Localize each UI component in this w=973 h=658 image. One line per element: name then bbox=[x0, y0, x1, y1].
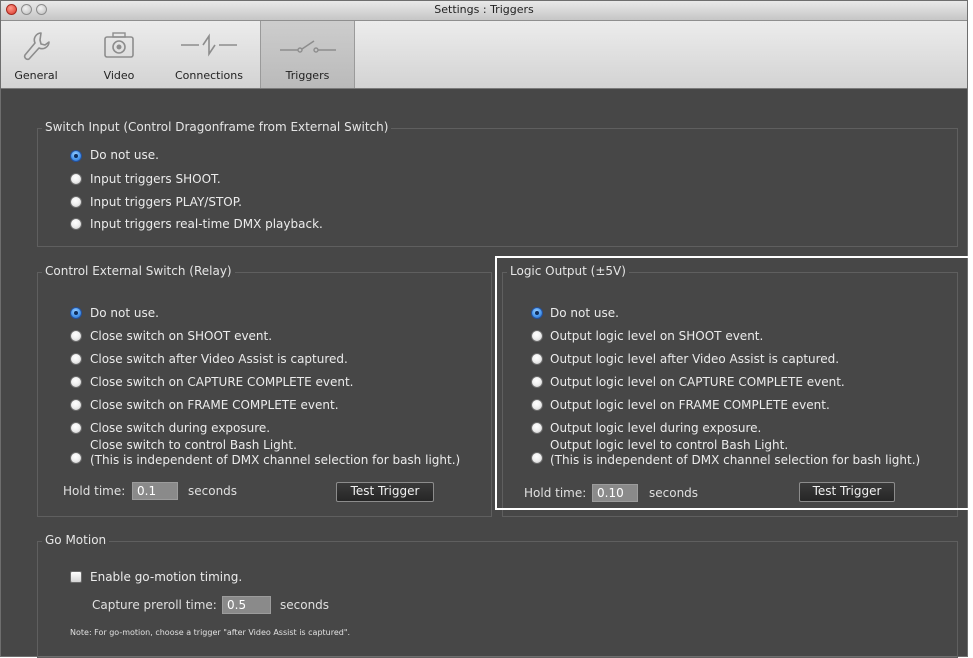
preroll-unit: seconds bbox=[280, 598, 330, 612]
relay-radio-1[interactable] bbox=[70, 330, 82, 342]
switch-input-option-1[interactable]: Input triggers SHOOT. bbox=[90, 172, 221, 187]
logic-option-1[interactable]: Output logic level on SHOOT event. bbox=[550, 329, 763, 344]
logic-test-trigger-button[interactable]: Test Trigger bbox=[799, 482, 895, 502]
switch-input-radio-1[interactable] bbox=[70, 173, 82, 185]
logic-output-legend: Logic Output (±5V) bbox=[507, 264, 629, 278]
preroll-label: Capture preroll time: bbox=[92, 598, 217, 612]
logic-radio-6[interactable] bbox=[531, 452, 543, 464]
relay-option-3[interactable]: Close switch on CAPTURE COMPLETE event. bbox=[90, 375, 353, 390]
settings-window: Settings : Triggers General Video Connec… bbox=[0, 0, 968, 658]
logic-option-6[interactable]: Output logic level to control Bash Light… bbox=[550, 438, 788, 453]
tab-triggers[interactable]: Triggers bbox=[260, 21, 355, 88]
logic-radio-0[interactable] bbox=[531, 307, 543, 319]
relay-radio-2[interactable] bbox=[70, 353, 82, 365]
logic-hold-time-input[interactable]: 0.10 bbox=[592, 484, 638, 502]
switch-input-option-2[interactable]: Input triggers PLAY/STOP. bbox=[90, 195, 242, 210]
relay-radio-6[interactable] bbox=[70, 452, 82, 464]
relay-option-5[interactable]: Close switch during exposure. bbox=[90, 421, 270, 436]
logic-radio-2[interactable] bbox=[531, 353, 543, 365]
preferences-toolbar: General Video Connections Triggers bbox=[1, 21, 967, 89]
tab-general-label: General bbox=[14, 69, 58, 82]
relay-radio-4[interactable] bbox=[70, 399, 82, 411]
logic-radio-4[interactable] bbox=[531, 399, 543, 411]
logic-radio-5[interactable] bbox=[531, 422, 543, 434]
tab-general[interactable]: General bbox=[9, 21, 63, 88]
relay-hold-unit: seconds bbox=[188, 484, 238, 498]
wrench-icon bbox=[21, 30, 51, 67]
relay-legend: Control External Switch (Relay) bbox=[42, 264, 235, 278]
logic-option-6-note: (This is independent of DMX channel sele… bbox=[550, 453, 921, 467]
relay-option-2[interactable]: Close switch after Video Assist is captu… bbox=[90, 352, 348, 367]
window-title: Settings : Triggers bbox=[434, 3, 534, 16]
preroll-time-input[interactable]: 0.5 bbox=[222, 596, 271, 614]
tab-connections-label: Connections bbox=[175, 69, 243, 82]
logic-option-5[interactable]: Output logic level during exposure. bbox=[550, 421, 761, 436]
go-motion-note: Note: For go-motion, choose a trigger "a… bbox=[70, 628, 351, 637]
tab-triggers-label: Triggers bbox=[285, 69, 330, 82]
switch-input-radio-2[interactable] bbox=[70, 196, 82, 208]
relay-option-6-note: (This is independent of DMX channel sele… bbox=[90, 453, 461, 467]
relay-option-6[interactable]: Close switch to control Bash Light. bbox=[90, 438, 297, 453]
camera-icon bbox=[102, 30, 136, 63]
connection-icon bbox=[179, 30, 239, 63]
switch-input-radio-3[interactable] bbox=[70, 218, 82, 230]
relay-test-trigger-button[interactable]: Test Trigger bbox=[336, 482, 434, 502]
tab-connections[interactable]: Connections bbox=[167, 21, 251, 88]
relay-hold-time-input[interactable]: 0.1 bbox=[132, 482, 178, 500]
relay-option-0[interactable]: Do not use. bbox=[90, 306, 159, 321]
relay-radio-3[interactable] bbox=[70, 376, 82, 388]
logic-hold-label: Hold time: bbox=[524, 486, 587, 500]
relay-radio-0[interactable] bbox=[70, 307, 82, 319]
relay-option-4[interactable]: Close switch on FRAME COMPLETE event. bbox=[90, 398, 339, 413]
switch-input-option-3[interactable]: Input triggers real-time DMX playback. bbox=[90, 217, 323, 232]
switch-icon bbox=[276, 30, 340, 63]
logic-option-0[interactable]: Do not use. bbox=[550, 306, 619, 321]
logic-radio-1[interactable] bbox=[531, 330, 543, 342]
logic-option-3[interactable]: Output logic level on CAPTURE COMPLETE e… bbox=[550, 375, 845, 390]
switch-input-radio-0[interactable] bbox=[70, 150, 82, 162]
go-motion-enable-label[interactable]: Enable go-motion timing. bbox=[90, 570, 242, 585]
relay-radio-5[interactable] bbox=[70, 422, 82, 434]
switch-input-legend: Switch Input (Control Dragonframe from E… bbox=[42, 120, 392, 134]
go-motion-legend: Go Motion bbox=[42, 533, 110, 547]
relay-hold-label: Hold time: bbox=[63, 484, 126, 498]
relay-option-1[interactable]: Close switch on SHOOT event. bbox=[90, 329, 272, 344]
go-motion-checkbox[interactable] bbox=[70, 571, 82, 583]
tab-video-label: Video bbox=[103, 69, 135, 82]
logic-radio-3[interactable] bbox=[531, 376, 543, 388]
switch-input-option-0[interactable]: Do not use. bbox=[90, 148, 159, 163]
tab-video[interactable]: Video bbox=[96, 21, 142, 88]
logic-option-4[interactable]: Output logic level on FRAME COMPLETE eve… bbox=[550, 398, 830, 413]
logic-option-2[interactable]: Output logic level after Video Assist is… bbox=[550, 352, 839, 367]
title-bar[interactable]: Settings : Triggers bbox=[1, 1, 967, 21]
logic-hold-unit: seconds bbox=[649, 486, 699, 500]
